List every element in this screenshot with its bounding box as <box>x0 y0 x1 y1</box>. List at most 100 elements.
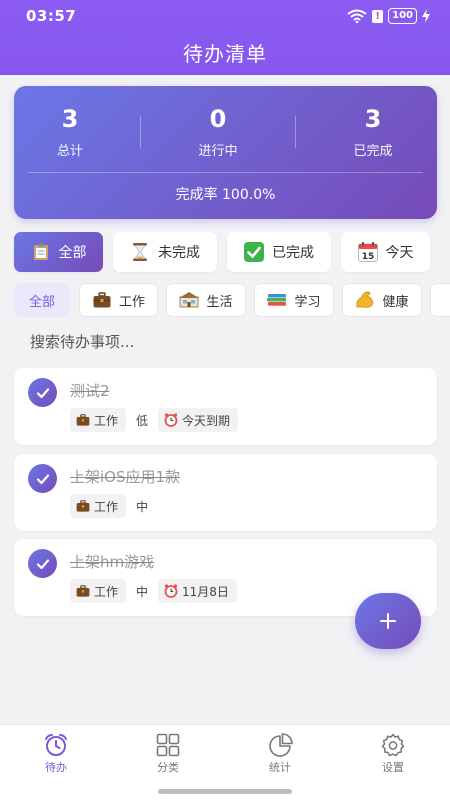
category-chip-label: 学习 <box>294 294 321 310</box>
charging-icon <box>422 9 430 23</box>
category-tag-label: 工作 <box>94 499 119 514</box>
tab-completed-label: 已完成 <box>272 245 314 261</box>
category-tag-label: 工作 <box>94 413 119 428</box>
nav-item-category[interactable]: 分类 <box>128 733 208 775</box>
search-input[interactable]: 搜索待办事项... <box>14 325 437 359</box>
tab-today[interactable]: 15 今天 <box>341 232 430 272</box>
tab-incomplete-label: 未完成 <box>158 245 200 261</box>
category-tag: 工作 <box>70 408 127 432</box>
briefcase-icon <box>76 414 90 426</box>
stats-divider-line <box>28 172 423 173</box>
check-box-icon <box>244 242 264 262</box>
stat-in-progress-value: 0 <box>209 105 227 133</box>
due-tag: 今天到期 <box>158 408 239 432</box>
grid-icon <box>156 733 180 757</box>
battery-indicator: 100 <box>388 8 417 24</box>
category-chip-label: 工作 <box>118 294 145 310</box>
books-icon <box>267 290 287 310</box>
category-tag-label: 工作 <box>94 584 119 599</box>
priority-label: 中 <box>136 499 149 514</box>
task-title: 上架hm游戏 <box>70 553 155 571</box>
category-chip-all[interactable]: 全部 <box>14 283 70 317</box>
status-time: 03:57 <box>26 7 77 25</box>
nav-item-label: 统计 <box>269 761 291 774</box>
tab-incomplete[interactable]: 未完成 <box>113 232 217 272</box>
gear-icon <box>381 733 405 757</box>
plus-icon <box>380 613 396 629</box>
app-header: 03:57 ! 100 待办清单 <box>0 0 450 75</box>
pie-chart-icon <box>269 733 293 757</box>
filter-tabs: 全部 未完成 已完成 15 今天 <box>14 232 437 272</box>
flexed-arm-icon <box>355 290 375 310</box>
briefcase-icon <box>76 585 90 597</box>
task-item[interactable]: 测试2 工作 低 今天到期 <box>14 368 437 445</box>
task-tags: 工作 中 11月8日 <box>70 579 237 603</box>
category-chip-label: 全部 <box>28 294 55 310</box>
hourglass-icon <box>130 242 150 262</box>
nav-item-label: 设置 <box>382 761 404 774</box>
due-tag-label: 11月8日 <box>182 584 229 599</box>
category-chip-study[interactable]: 学习 <box>254 283 334 317</box>
category-tag: 工作 <box>70 494 127 518</box>
nav-item-label: 待办 <box>45 761 67 774</box>
category-chip-label: 健康 <box>382 294 409 310</box>
category-chip-work[interactable]: 工作 <box>79 283 158 317</box>
stat-done: 3 已完成 <box>313 104 433 159</box>
briefcase-icon <box>76 500 90 512</box>
category-chip-label: 生活 <box>206 294 233 310</box>
stat-in-progress-label: 进行中 <box>198 144 238 159</box>
status-bar: 03:57 ! 100 <box>0 0 450 32</box>
nav-item-settings[interactable]: 设置 <box>353 733 433 775</box>
tab-all[interactable]: 全部 <box>14 232 103 272</box>
alert-icon: ! <box>372 9 384 23</box>
add-task-button[interactable] <box>355 593 421 649</box>
task-title: 上架iOS应用1款 <box>70 468 181 486</box>
alarm-clock-icon <box>164 413 178 427</box>
priority-label: 低 <box>136 413 149 428</box>
category-tag: 工作 <box>70 579 127 603</box>
task-title: 测试2 <box>70 382 110 400</box>
due-tag: 11月8日 <box>158 579 237 603</box>
alarm-clock-icon <box>45 734 67 756</box>
nav-item-stats[interactable]: 统计 <box>240 733 320 775</box>
category-chip-health[interactable]: 健康 <box>342 283 422 317</box>
category-chip-more[interactable] <box>430 283 450 317</box>
wifi-icon <box>347 9 367 23</box>
status-icons: ! 100 <box>347 8 430 24</box>
task-checkbox[interactable] <box>28 464 57 493</box>
category-chip-life[interactable]: 生活 <box>166 283 246 317</box>
nav-item-todo[interactable]: 待办 <box>16 733 96 775</box>
checkmark-icon <box>36 473 49 484</box>
completion-rate: 完成率 100.0% <box>175 187 276 203</box>
stat-in-progress: 0 进行中 <box>158 104 278 159</box>
task-item[interactable]: 上架iOS应用1款 工作 中 <box>14 454 437 531</box>
stat-total-value: 3 <box>61 105 79 133</box>
stat-total-label: 总计 <box>56 144 83 159</box>
clipboard-icon <box>31 242 51 262</box>
checkmark-icon <box>36 558 49 569</box>
stats-card: 3 总计 0 进行中 3 已完成 完成率 100.0% <box>14 86 437 219</box>
stat-done-value: 3 <box>364 105 382 133</box>
alarm-clock-icon <box>164 584 178 598</box>
due-tag-label: 今天到期 <box>182 413 231 428</box>
stat-done-label: 已完成 <box>353 144 393 159</box>
tab-today-label: 今天 <box>385 245 414 261</box>
category-chips: 全部 工作 生活 学习 健康 <box>14 283 450 317</box>
task-checkbox[interactable] <box>28 378 57 407</box>
stat-total: 3 总计 <box>10 104 130 159</box>
tab-all-label: 全部 <box>58 245 87 261</box>
briefcase-icon <box>92 290 112 310</box>
nav-item-label: 分类 <box>157 761 179 774</box>
stat-divider <box>140 116 141 148</box>
task-checkbox[interactable] <box>28 549 57 578</box>
priority-label: 中 <box>136 584 149 599</box>
checkmark-icon <box>36 387 49 398</box>
task-tags: 工作 中 <box>70 494 152 518</box>
stat-divider <box>295 116 296 148</box>
tab-completed[interactable]: 已完成 <box>227 232 331 272</box>
calendar-icon: 15 <box>357 242 378 262</box>
page-title: 待办清单 <box>183 42 267 66</box>
home-indicator[interactable] <box>158 789 292 794</box>
house-icon <box>179 290 200 310</box>
task-tags: 工作 低 今天到期 <box>70 408 239 432</box>
